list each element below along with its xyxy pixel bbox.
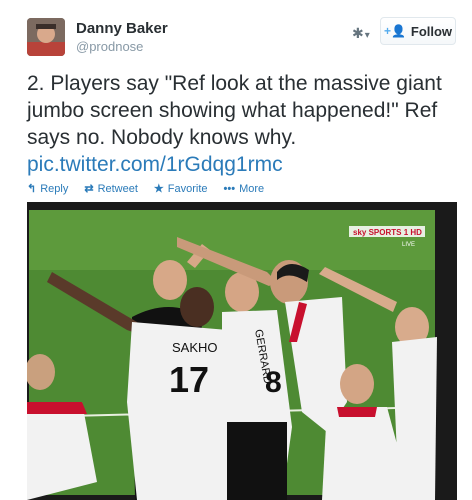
retweet-label: Retweet xyxy=(97,182,138,195)
tweet-media-link[interactable]: pic.twitter.com/1rGdqg1rmc xyxy=(27,153,283,176)
retweet-button[interactable]: ⇄ Retweet xyxy=(84,182,138,196)
follow-button[interactable]: +👤 Follow xyxy=(380,17,456,45)
tweet-actions: ↰ Reply ⇄ Retweet ★ Favorite ••• More xyxy=(27,182,265,196)
more-icon: ••• xyxy=(223,182,236,195)
broadcaster-label: sky SPORTS 1 HD xyxy=(353,228,422,237)
tweet-body: 2. Players say "Ref look at the massive … xyxy=(27,70,457,178)
reply-icon: ↰ xyxy=(27,183,37,195)
display-name[interactable]: Danny Baker xyxy=(76,20,168,37)
match-photo: sky SPORTS 1 HD LIVE SAKHO 17 GERRARD 8 xyxy=(27,202,457,500)
follow-label: Follow xyxy=(410,23,453,39)
favorite-button[interactable]: ★ Favorite xyxy=(153,182,208,196)
gerrard-shirt-number: 8 xyxy=(265,366,282,399)
live-label: LIVE xyxy=(402,242,415,248)
sakho-shirt-name: SAKHO xyxy=(172,340,218,355)
retweet-icon: ⇄ xyxy=(84,183,94,195)
gear-icon[interactable]: ✱▾ xyxy=(352,25,370,42)
reply-label: Reply xyxy=(40,182,69,195)
tweet-text: 2. Players say "Ref look at the massive … xyxy=(27,72,442,149)
follow-person-icon: +👤 xyxy=(383,24,406,38)
chevron-down-icon: ▾ xyxy=(364,30,370,41)
more-label: More xyxy=(239,182,265,195)
sakho-shirt-number: 17 xyxy=(169,359,209,400)
tweet-media-photo[interactable]: sky SPORTS 1 HD LIVE SAKHO 17 GERRARD 8 xyxy=(27,202,457,500)
user-handle[interactable]: @prodnose xyxy=(76,39,143,54)
star-icon: ★ xyxy=(153,183,164,195)
favorite-label: Favorite xyxy=(167,182,208,195)
avatar[interactable] xyxy=(27,18,65,56)
reply-button[interactable]: ↰ Reply xyxy=(27,182,69,196)
more-button[interactable]: ••• More xyxy=(224,182,265,195)
